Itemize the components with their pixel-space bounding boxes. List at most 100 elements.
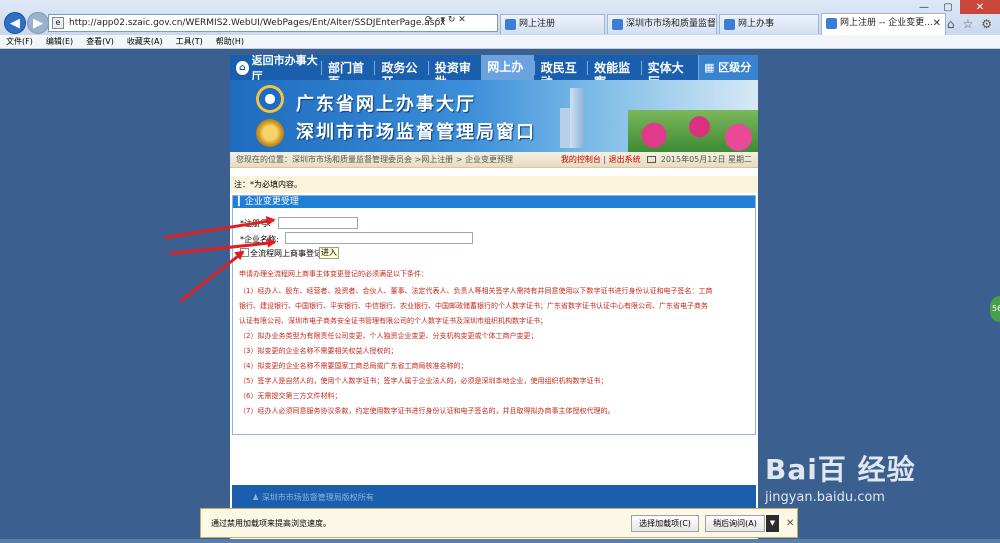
tower-graphic <box>570 88 584 148</box>
chevron-down-icon[interactable]: ▼ <box>766 515 779 532</box>
date-text: 2015年05月12日 星期二 <box>660 155 752 164</box>
nav-supervision[interactable]: 效能监察 <box>587 60 640 89</box>
nav-investment[interactable]: 投资审批 <box>427 60 481 89</box>
breadcrumb-text: 您现在的位置：深圳市市场和质量监督管理委员会 >网上注册 > 企业变更预理 <box>236 155 514 164</box>
enter-button[interactable]: 进入 <box>319 247 339 259</box>
refresh-icon[interactable]: ↻ <box>448 15 456 25</box>
menu-bar: 文件(F) 编辑(E) 查看(V) 收藏夹(A) 工具(T) 帮助(H) <box>0 35 1000 49</box>
tab-label: 网上注册 <box>519 19 556 29</box>
tab-favicon-icon <box>724 19 735 30</box>
close-icon[interactable]: ✕ <box>786 518 794 529</box>
menu-favorites[interactable]: 收藏夹(A) <box>127 36 163 47</box>
back-button[interactable]: ◀ <box>4 12 26 34</box>
minimize-icon[interactable]: — <box>912 0 936 14</box>
close-icon[interactable]: ✕ <box>960 0 1000 14</box>
flowers-graphic <box>628 110 758 152</box>
reg-number-input[interactable] <box>278 217 358 229</box>
stop-icon[interactable]: ✕ <box>458 15 466 25</box>
menu-view[interactable]: 查看(V) <box>86 36 114 47</box>
condition-line: （3）拟变更的企业名称不需要相关权益人授权的； <box>239 347 398 355</box>
required-note: 注：*为必填内容。 <box>230 176 758 193</box>
notification-text: 通过禁用加载项来提高浏览速度。 <box>211 519 331 528</box>
side-floating-icon[interactable]: 56 <box>990 296 1000 322</box>
forward-button[interactable]: ▶ <box>27 12 49 34</box>
nav-interaction[interactable]: 政民互动 <box>533 60 587 89</box>
building-graphic <box>560 108 570 148</box>
tab-label: 网上办事 <box>738 19 775 29</box>
menu-tools[interactable]: 工具(T) <box>176 36 203 47</box>
home-link-label: 返回市办事大厅 <box>251 53 318 83</box>
condition-line: 银行、建设银行、中国银行、平安银行、中信银行、农业银行、中国邮政储蓄银行的个人数… <box>239 302 708 310</box>
tab-favicon-icon <box>612 19 623 30</box>
banner-title-2: 深圳市市场监督管理局窗口 <box>296 122 536 143</box>
site-footer: ♟ 深圳市市场监督管理局版权所有 <box>232 485 756 510</box>
banner-title-1: 广东省网上办事大厅 <box>296 94 476 115</box>
watermark-logo: Bai百 经验 <box>765 453 916 486</box>
address-tools: ⟳ ⌕▾ ↻ ✕ <box>425 15 466 25</box>
condition-line: （4）拟变更的企业名称不需要国家工商总局或广东省工商局核准名称的； <box>239 362 468 370</box>
watermark-url: jingyan.baidu.com <box>765 490 885 505</box>
compat-view-icon[interactable]: ⟳ <box>425 15 433 25</box>
gear-icon[interactable]: ⚙ <box>981 17 992 31</box>
menu-file[interactable]: 文件(F) <box>6 36 33 47</box>
logout-link[interactable]: 退出系统 <box>609 155 641 164</box>
breadcrumb: 您现在的位置：深圳市市场和质量监督管理委员会 >网上注册 > 企业变更预理 我的… <box>230 152 758 168</box>
baidu-watermark: Bai百 经验 jingyan.baidu.com <box>765 448 916 505</box>
panel-title: ▎企业变更受理 <box>233 196 755 208</box>
tab-label: 网上注册 -- 企业变更... <box>840 18 933 28</box>
nav-gov-affairs[interactable]: 政务公开 <box>374 60 427 89</box>
condition-line: （1）经办人、股东、经营者、投资者、合伙人、董事、法定代表人、负责人等相关签字人… <box>239 287 713 295</box>
tab-favicon-icon <box>505 19 516 30</box>
condition-line: （6）无需提交第三方文件材料； <box>239 392 342 400</box>
addon-notification-bar: 通过禁用加载项来提高浏览速度。 选择加载项(C) 稍后询问(A) ▼ ✕ <box>200 508 798 538</box>
company-name-input[interactable] <box>285 232 473 244</box>
nav-dept-home[interactable]: 部门首页 <box>321 60 374 89</box>
home-icon[interactable]: ⌂ <box>947 17 955 31</box>
page-content: ⌂返回市办事大厅 部门首页 政务公开 投资审批 网上办事 政民互动 效能监察 实… <box>230 54 759 543</box>
nav-district[interactable]: ▦ 区级分厅 <box>697 55 759 99</box>
site-favicon-icon: e <box>52 17 64 29</box>
site-banner: 广东省网上办事大厅 深圳市市场监督管理局窗口 <box>230 80 758 152</box>
condition-line: 申请办理全流程网上商事主体变更登记的必须满足以下条件： <box>239 270 428 278</box>
panel-title-text: 企业变更受理 <box>244 197 299 207</box>
home-icon: ⌂ <box>236 60 249 75</box>
enterprise-change-panel: ▎企业变更受理 *注册号: *企业名称: 全流程网上商事登记 进入 申请办理全流… <box>232 195 756 435</box>
condition-line: （5）签字人是自然人的，使用个人数字证书；签字人属于企业法人的，必须是深圳本地企… <box>239 377 608 385</box>
tab-label: 深圳市市场和质量监督管... <box>626 19 717 29</box>
menu-edit[interactable]: 编辑(E) <box>46 36 73 47</box>
url-text: http://app02.szaic.gov.cn/WERMIS2.WebUI/… <box>69 18 446 28</box>
nav-physical-hall[interactable]: 实体大厅 <box>640 60 694 89</box>
footer-person-icon: ♟ <box>252 493 262 502</box>
favorites-star-icon[interactable]: ☆ <box>962 17 973 31</box>
taskbar-edge <box>0 539 1000 543</box>
national-emblem-icon <box>256 119 284 147</box>
tab-2[interactable]: 深圳市市场和质量监督管... <box>607 14 717 34</box>
control-panel-link[interactable]: 我的控制台 <box>561 155 601 164</box>
browser-right-icons: ⌂ ☆ ⚙ <box>947 17 992 31</box>
checkbox-label: 全流程网上商事登记 <box>250 249 322 258</box>
browser-toolbar: ◀ ▶ e http://app02.szaic.gov.cn/WERMIS2.… <box>0 0 1000 35</box>
ask-later-button[interactable]: 稍后询问(A) <box>705 515 765 532</box>
footer-text: 深圳市市场监督管理局版权所有 <box>261 493 374 502</box>
window-controls: — ▢ ✕ <box>912 0 1000 14</box>
user-links: 我的控制台 | 退出系统 2015年05月12日 星期二 <box>561 152 752 168</box>
condition-line: （7）经办人必须同意服务协议条款，约定使用数字证书进行身份认证和电子签名的，并且… <box>239 407 615 415</box>
gd-logo-icon <box>256 85 284 113</box>
separator: | <box>603 155 607 164</box>
select-addons-button[interactable]: 选择加载项(C) <box>631 515 699 532</box>
search-icon[interactable]: ⌕▾ <box>435 15 445 25</box>
site-top-nav: ⌂返回市办事大厅 部门首页 政务公开 投资审批 网上办事 政民互动 效能监察 实… <box>230 54 759 99</box>
tab-4-active[interactable]: 网上注册 -- 企业变更... ✕ <box>821 13 946 35</box>
tab-close-icon[interactable]: ✕ <box>933 14 941 33</box>
calendar-icon <box>647 156 657 163</box>
tab-3[interactable]: 网上办事 <box>719 14 819 34</box>
menu-help[interactable]: 帮助(H) <box>216 36 244 47</box>
nav-online-service[interactable]: 网上办事 <box>481 55 534 99</box>
tab-1[interactable]: 网上注册 <box>500 14 605 34</box>
district-icon: ▦ <box>703 61 719 74</box>
condition-line: 认证有限公司、深圳市电子商务安全证书管理有限公司的个人数字证书及深圳市组织机构数… <box>239 317 547 325</box>
maximize-icon[interactable]: ▢ <box>936 0 960 14</box>
home-link[interactable]: ⌂ 返回市办事大厅 <box>230 52 321 84</box>
condition-line: （2）拟办业务类型为有限责任公司变更、个人独资企业变更、分支机构变更或个体工商户… <box>239 332 538 340</box>
tab-favicon-icon <box>826 18 837 29</box>
